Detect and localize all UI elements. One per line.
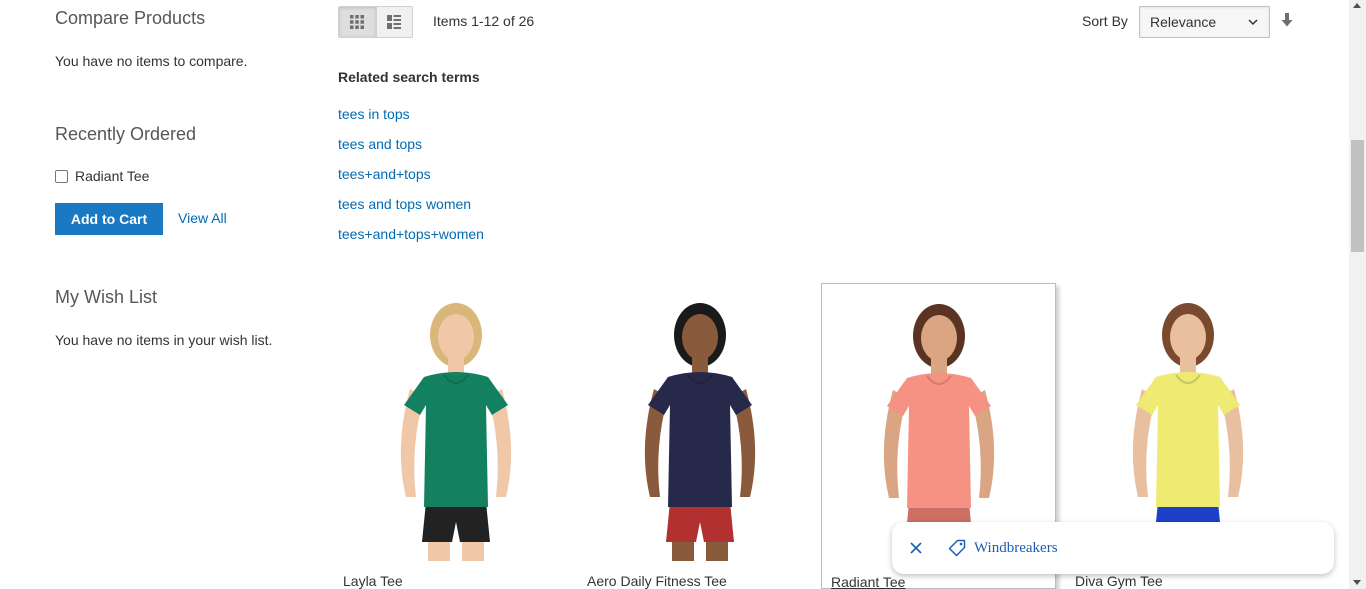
related-search-terms-title: Related search terms bbox=[338, 69, 480, 85]
recently-ordered-checkbox[interactable] bbox=[55, 169, 68, 183]
chevron-down-icon bbox=[1248, 19, 1258, 26]
sort-by-select[interactable]: Relevance bbox=[1139, 6, 1270, 38]
related-term-link[interactable]: tees and tops women bbox=[338, 189, 484, 219]
product-item[interactable]: Aero Daily Fitness Tee bbox=[582, 283, 817, 589]
product-name-link[interactable]: Diva Gym Tee bbox=[1075, 573, 1163, 589]
list-view-button[interactable] bbox=[375, 7, 412, 37]
wish-list-title: My Wish List bbox=[55, 287, 158, 307]
compare-empty-message: You have no items to compare. bbox=[55, 53, 248, 69]
view-all-link[interactable]: View All bbox=[178, 210, 227, 226]
product-name-link[interactable]: Aero Daily Fitness Tee bbox=[587, 573, 727, 589]
scroll-up-arrow-icon[interactable] bbox=[1353, 3, 1361, 8]
related-term-link[interactable]: tees and tops bbox=[338, 129, 484, 159]
tag-chip-label[interactable]: Windbreakers bbox=[974, 540, 1058, 557]
add-to-cart-button[interactable]: Add to Cart bbox=[55, 203, 163, 235]
product-item[interactable]: Layla Tee bbox=[338, 283, 573, 589]
product-name-link[interactable]: Layla Tee bbox=[343, 573, 403, 589]
compare-products-title: Compare Products bbox=[55, 8, 206, 28]
recently-ordered-title: Recently Ordered bbox=[55, 124, 197, 144]
sort-by-value: Relevance bbox=[1150, 14, 1217, 30]
scroll-down-arrow-icon[interactable] bbox=[1353, 580, 1361, 585]
recently-ordered-item-label: Radiant Tee bbox=[75, 168, 150, 184]
product-photo[interactable] bbox=[619, 297, 780, 561]
related-term-link[interactable]: tees+and+tops+women bbox=[338, 219, 484, 249]
wish-list-empty-message: You have no items in your wish list. bbox=[55, 332, 273, 348]
tag-chip-popup: Windbreakers bbox=[892, 522, 1334, 574]
page-scrollbar[interactable] bbox=[1349, 0, 1366, 589]
grid-view-button[interactable] bbox=[339, 7, 376, 37]
sort-by-label: Sort By bbox=[1082, 13, 1128, 29]
arrow-down-icon[interactable] bbox=[1280, 12, 1294, 28]
recently-ordered-item[interactable]: Radiant Tee bbox=[55, 168, 149, 184]
tag-icon bbox=[948, 539, 966, 557]
list-icon bbox=[387, 15, 402, 29]
related-term-link[interactable]: tees in tops bbox=[338, 99, 484, 129]
toolbar-items-count: Items 1-12 of 26 bbox=[433, 13, 535, 29]
related-search-terms-list: tees in tops tees and tops tees+and+tops… bbox=[338, 99, 484, 249]
scrollbar-thumb[interactable] bbox=[1351, 140, 1364, 252]
grid-icon bbox=[350, 15, 365, 29]
close-icon[interactable] bbox=[908, 540, 924, 556]
related-term-link[interactable]: tees+and+tops bbox=[338, 159, 484, 189]
product-photo[interactable] bbox=[375, 297, 536, 561]
view-mode-switcher bbox=[338, 6, 413, 38]
product-name-link[interactable]: Radiant Tee bbox=[831, 574, 905, 589]
